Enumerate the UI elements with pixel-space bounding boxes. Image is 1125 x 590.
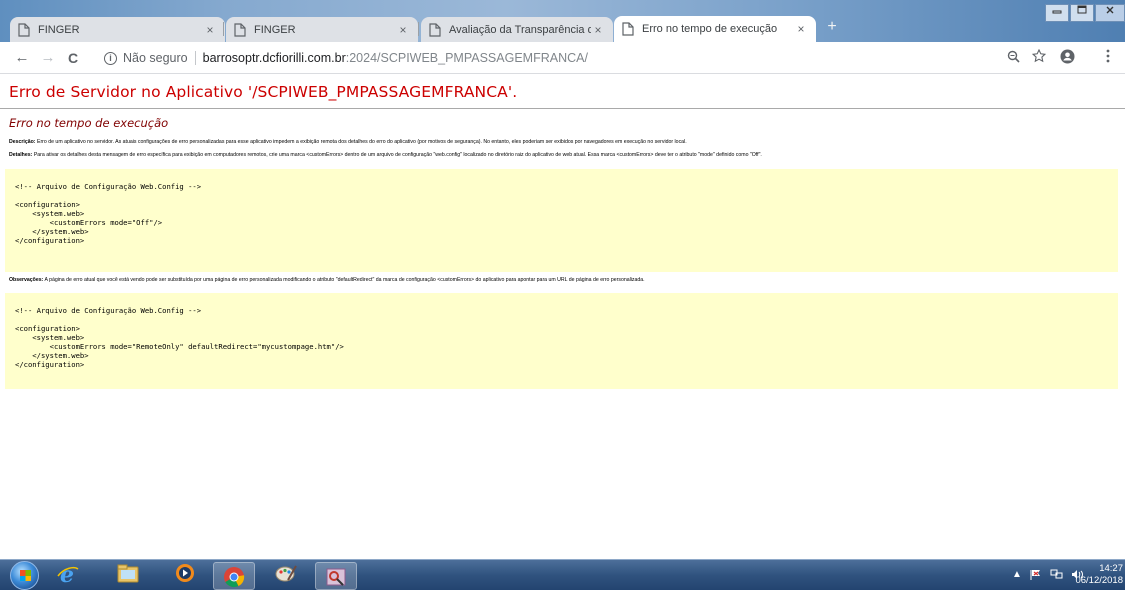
close-icon[interactable] xyxy=(1095,4,1125,22)
tab-title: Erro no tempo de execução xyxy=(642,23,778,35)
tab-close-icon[interactable]: × xyxy=(396,23,410,37)
url-path: :2024/SCPIWEB_PMPASSAGEMFRANCA/ xyxy=(345,51,588,65)
title-divider xyxy=(0,108,1125,109)
tab-separator xyxy=(223,22,224,36)
omnibox-divider xyxy=(194,51,196,65)
account-icon[interactable] xyxy=(1058,49,1076,67)
clock-time: 14:27 xyxy=(1099,563,1123,574)
show-hidden-icons-icon[interactable]: ▲ xyxy=(1012,569,1022,583)
tab-title: FINGER xyxy=(254,23,296,36)
tab-close-icon[interactable]: × xyxy=(591,23,605,37)
config-code-block-2: <!-- Arquivo de Configuração Web.Config … xyxy=(5,293,1118,389)
tab-finger-1[interactable]: FINGER × xyxy=(10,17,225,42)
network-icon[interactable] xyxy=(1050,569,1063,583)
page-icon xyxy=(18,22,30,37)
windows-logo-icon-lower xyxy=(20,576,31,581)
notes-paragraph: Observações: A página de erro atual que … xyxy=(9,277,1125,283)
chrome-icon[interactable] xyxy=(213,562,255,590)
maximize-icon[interactable] xyxy=(1070,4,1094,22)
clock-date: 06/12/2018 xyxy=(1075,575,1123,586)
internet-explorer-icon[interactable]: e xyxy=(47,562,89,590)
page-icon xyxy=(429,22,441,37)
config-code-block-1: <!-- Arquivo de Configuração Web.Config … xyxy=(5,169,1118,272)
page-content: Erro de Servidor no Aplicativo '/SCPIWEB… xyxy=(0,75,1125,559)
paint-icon[interactable] xyxy=(265,562,307,590)
forward-button[interactable]: → xyxy=(39,48,57,68)
file-explorer-icon[interactable] xyxy=(107,562,149,590)
taskbar-clock[interactable]: 14:27 06/12/2018 xyxy=(1069,563,1123,587)
tab-title: Avaliação da Transparência dos xyxy=(449,23,591,36)
description-label: Descrição: xyxy=(9,139,36,145)
snipping-tool-icon[interactable] xyxy=(315,562,357,590)
start-button[interactable] xyxy=(10,561,39,590)
page-icon xyxy=(234,22,246,37)
notes-text: A página de erro atual que você está ven… xyxy=(44,277,645,283)
back-button[interactable]: ← xyxy=(13,48,31,68)
url-host: barrosoptr.dcfiorilli.com.br xyxy=(202,51,346,65)
menu-icon[interactable] xyxy=(1099,49,1117,67)
notes-label: Observações: xyxy=(9,277,44,283)
tab-separator xyxy=(418,22,419,36)
page-title: Erro de Servidor no Aplicativo '/SCPIWEB… xyxy=(9,83,518,101)
security-status-label: Não seguro xyxy=(123,51,188,65)
windows-taskbar: e ▲ 14:27 06/12/2018 xyxy=(0,559,1125,590)
tab-title: FINGER xyxy=(38,23,80,36)
tab-finger-2[interactable]: FINGER × xyxy=(226,17,418,42)
reload-button[interactable]: C xyxy=(64,48,82,68)
description-paragraph: Descrição: Erro de um aplicativo no serv… xyxy=(9,139,1125,145)
star-icon[interactable] xyxy=(1030,48,1048,67)
browser-tab-strip: FINGER × FINGER × Avaliação da Transparê… xyxy=(0,0,1125,42)
error-subtitle: Erro no tempo de execução xyxy=(9,116,169,130)
browser-toolbar: ← → C i Não seguro barrosoptr.dcfiorilli… xyxy=(0,42,1125,74)
window-controls xyxy=(1045,4,1125,22)
tab-avaliacao[interactable]: Avaliação da Transparência dos × xyxy=(421,17,613,42)
tab-close-icon[interactable]: × xyxy=(794,22,808,36)
zoom-icon[interactable] xyxy=(1004,49,1022,67)
svg-text:e: e xyxy=(60,562,74,586)
details-text: Para ativar os detalhes desta mensagem d… xyxy=(33,152,762,158)
address-bar[interactable]: i Não seguro barrosoptr.dcfiorilli.com.b… xyxy=(104,47,984,69)
page-icon xyxy=(622,22,634,36)
info-icon[interactable]: i xyxy=(104,51,117,65)
tab-erro-execucao[interactable]: Erro no tempo de execução × xyxy=(614,16,816,42)
details-paragraph: Detalhes: Para ativar os detalhes desta … xyxy=(9,152,1125,158)
details-label: Detalhes: xyxy=(9,152,33,158)
description-text: Erro de um aplicativo no servidor. As at… xyxy=(36,139,687,145)
minimize-icon[interactable] xyxy=(1045,4,1069,22)
action-center-flag-icon[interactable] xyxy=(1030,569,1042,583)
media-player-icon[interactable] xyxy=(164,562,206,590)
tab-close-icon[interactable]: × xyxy=(203,23,217,37)
new-tab-button[interactable]: + xyxy=(823,18,841,36)
